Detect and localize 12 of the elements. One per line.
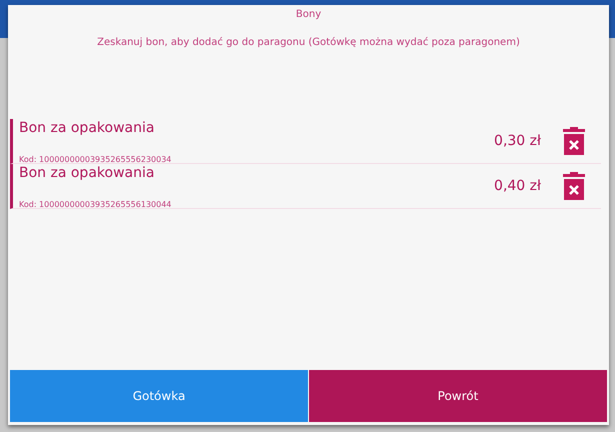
- dialog-title: Bony: [296, 9, 322, 20]
- cash-button[interactable]: Gotówka: [10, 370, 308, 422]
- voucher-amount: 0,30 zł: [494, 133, 541, 149]
- voucher-code: Kod: 10000000003935265556230034: [19, 154, 172, 164]
- voucher-code: Kod: 10000000003935265556130044: [19, 200, 172, 208]
- dialog-message: Zeskanuj bon, aby dodać go do paragonu (Gotówkę można wydać poza paragonem): [97, 37, 520, 48]
- delete-icon[interactable]: [563, 127, 585, 155]
- voucher-name: Bon za opakowania: [19, 120, 154, 136]
- voucher-amount: 0,40 zł: [494, 178, 541, 194]
- voucher-name: Bon za opakowania: [19, 164, 154, 180]
- delete-icon[interactable]: [563, 172, 585, 200]
- back-button[interactable]: Powrót: [309, 370, 607, 422]
